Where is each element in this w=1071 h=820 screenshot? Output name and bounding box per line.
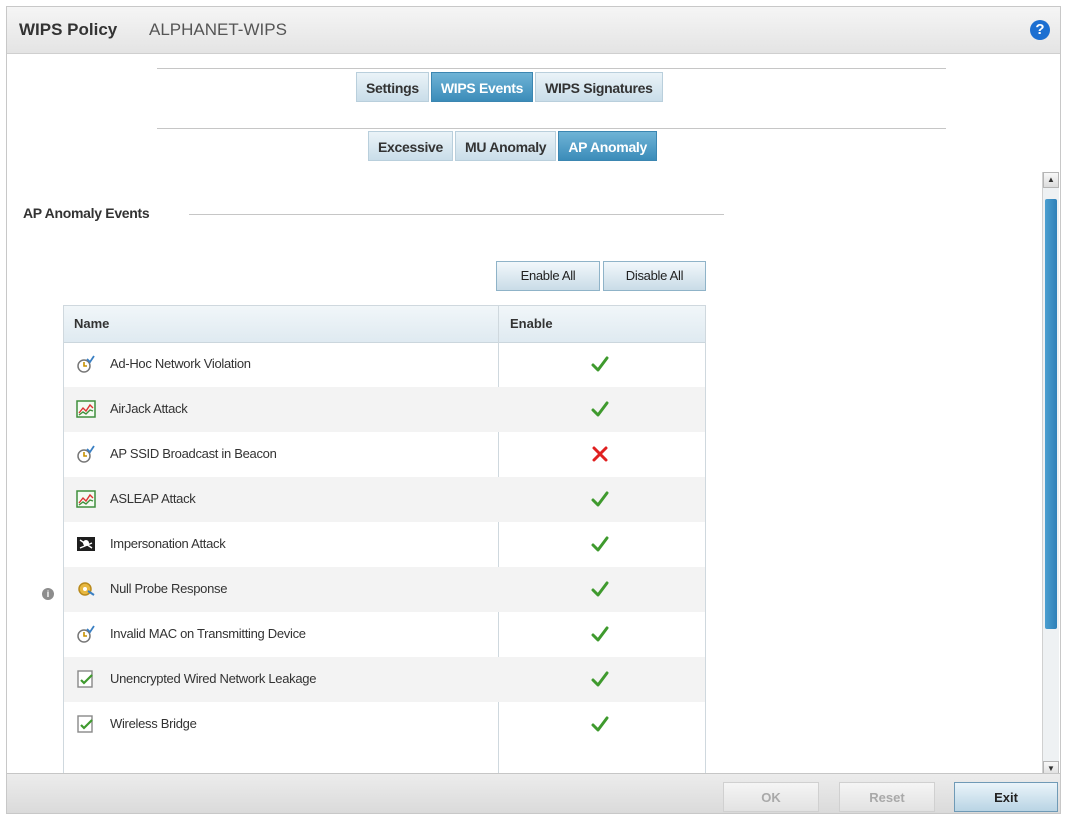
- gear-arrow-icon: [78, 582, 95, 596]
- event-name: AirJack Attack: [110, 401, 188, 416]
- enable-all-button[interactable]: Enable All: [496, 261, 600, 291]
- column-header-enable[interactable]: Enable: [510, 316, 553, 331]
- document-check-icon: [77, 670, 93, 688]
- vertical-scrollbar[interactable]: ▲ ▼: [1042, 172, 1059, 777]
- checkmark-icon[interactable]: [588, 622, 612, 646]
- section-title: AP Anomaly Events: [23, 205, 150, 221]
- title-bar: WIPS Policy ALPHANET-WIPS ?: [7, 7, 1060, 54]
- tab-settings[interactable]: Settings: [356, 72, 429, 102]
- help-icon[interactable]: ?: [1030, 20, 1050, 40]
- table-row[interactable]: ASLEAP Attack: [64, 477, 705, 522]
- tab-divider-top: [157, 68, 946, 69]
- clock-signal-icon: [77, 355, 95, 373]
- checkmark-icon[interactable]: [588, 397, 612, 421]
- table-row[interactable]: Null Probe Response: [64, 567, 705, 612]
- table-row[interactable]: Invalid MAC on Transmitting Device: [64, 612, 705, 657]
- checkmark-icon[interactable]: [588, 352, 612, 376]
- clock-signal-icon: [77, 625, 95, 643]
- ap-anomaly-events-table: Name Enable Ad-Hoc Network Violation Air…: [63, 305, 706, 775]
- event-name: Invalid MAC on Transmitting Device: [110, 626, 306, 641]
- footer-bar: OK Reset Exit: [7, 773, 1060, 813]
- table-row[interactable]: AP SSID Broadcast in Beacon: [64, 432, 705, 477]
- page-title: WIPS Policy: [19, 20, 118, 39]
- event-name: Ad-Hoc Network Violation: [110, 356, 251, 371]
- tab-wips-events[interactable]: WIPS Events: [430, 72, 534, 102]
- table-row[interactable]: Unencrypted Wired Network Leakage: [64, 657, 705, 702]
- event-name: Wireless Bridge: [110, 716, 197, 731]
- checkmark-icon[interactable]: [588, 712, 612, 736]
- event-name: Impersonation Attack: [110, 536, 226, 551]
- exit-button[interactable]: Exit: [954, 782, 1058, 812]
- document-check-icon: [77, 715, 93, 733]
- reset-button[interactable]: Reset: [839, 782, 935, 812]
- table-header: Name Enable: [64, 306, 705, 343]
- clock-signal-icon: [77, 445, 95, 463]
- checkmark-icon[interactable]: [588, 532, 612, 556]
- table-row[interactable]: Impersonation Attack: [64, 522, 705, 567]
- table-row[interactable]: Ad-Hoc Network Violation: [64, 342, 705, 387]
- policy-name: ALPHANET-WIPS: [149, 20, 287, 39]
- section-divider: [189, 214, 724, 215]
- scrollbar-thumb[interactable]: [1045, 199, 1057, 629]
- chart-icon: [76, 490, 96, 508]
- table-row[interactable]: AirJack Attack: [64, 387, 705, 432]
- checkmark-icon[interactable]: [588, 577, 612, 601]
- cross-icon[interactable]: [588, 442, 612, 466]
- event-name: Unencrypted Wired Network Leakage: [110, 671, 317, 686]
- ok-button[interactable]: OK: [723, 782, 819, 812]
- info-icon[interactable]: i: [42, 588, 54, 600]
- event-name: Null Probe Response: [110, 581, 228, 596]
- disable-all-button[interactable]: Disable All: [603, 261, 706, 291]
- primary-tab-bar: Settings WIPS Events WIPS Signatures: [356, 72, 663, 102]
- pirate-flag-icon: [77, 537, 95, 551]
- tab-divider-bottom: [157, 128, 946, 129]
- secondary-tab-bar: Excessive MU Anomaly AP Anomaly: [368, 131, 658, 161]
- scroll-up-icon[interactable]: ▲: [1043, 172, 1059, 188]
- chart-icon: [76, 400, 96, 418]
- checkmark-icon[interactable]: [588, 487, 612, 511]
- table-row[interactable]: Wireless Bridge: [64, 702, 705, 747]
- checkmark-icon[interactable]: [588, 667, 612, 691]
- tab-mu-anomaly[interactable]: MU Anomaly: [455, 131, 557, 161]
- tab-excessive[interactable]: Excessive: [368, 131, 454, 161]
- wips-policy-window: WIPS Policy ALPHANET-WIPS ? Settings WIP…: [6, 6, 1061, 814]
- event-name: ASLEAP Attack: [110, 491, 196, 506]
- tab-wips-signatures[interactable]: WIPS Signatures: [535, 72, 663, 102]
- column-header-name[interactable]: Name: [74, 316, 109, 331]
- tab-ap-anomaly[interactable]: AP Anomaly: [558, 131, 658, 161]
- event-name: AP SSID Broadcast in Beacon: [110, 446, 277, 461]
